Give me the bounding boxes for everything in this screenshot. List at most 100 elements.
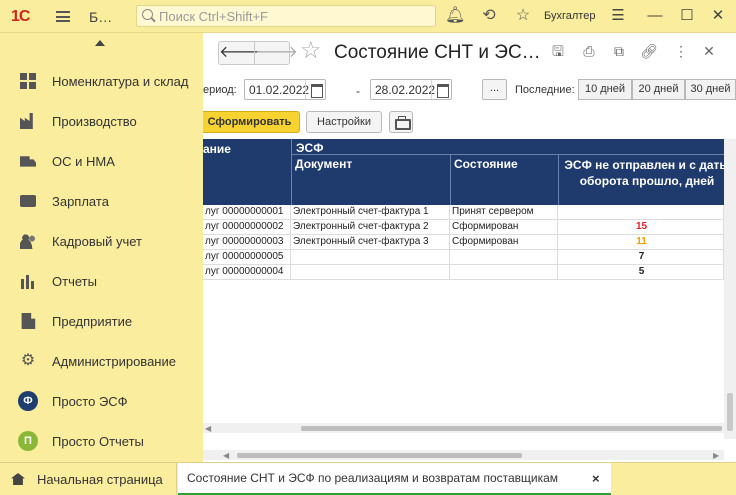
- sidebar-item-label: Производство: [52, 114, 137, 129]
- sidebar-item-label: ОС и НМА: [52, 154, 115, 169]
- header-overdue-days: ЭСФ не отправлен и с даты оборота прошло…: [558, 155, 736, 205]
- search-input[interactable]: Поиск Ctrl+Shift+F: [136, 5, 436, 27]
- sidebar-item-prosto-esf[interactable]: Ф Просто ЭСФ: [0, 381, 203, 421]
- save-icon[interactable]: 🖫: [549, 42, 567, 60]
- sections-sidebar: Номенклатура и склад Производство ОС и Н…: [0, 33, 203, 462]
- link-icon[interactable]: 🔗︎: [640, 42, 658, 60]
- sidebar-item-production[interactable]: Производство: [0, 101, 203, 141]
- sidebar-item-label: Просто Отчеты: [52, 434, 144, 449]
- cell-days: 15: [558, 220, 724, 235]
- factory-icon: [20, 113, 33, 129]
- table-row[interactable]: луг 00000000005 7: [203, 250, 736, 265]
- minimize-icon[interactable]: —: [645, 6, 665, 26]
- sidebar-item-label: Отчеты: [52, 274, 97, 289]
- wallet-icon: [20, 195, 36, 207]
- app-logo: 1С: [11, 8, 30, 25]
- grid-icon: [20, 73, 36, 89]
- cell-name: луг 00000000002: [203, 220, 291, 235]
- calendar-icon[interactable]: [431, 80, 451, 99]
- cell-state: [450, 250, 558, 265]
- more-icon[interactable]: ⋮: [672, 42, 690, 60]
- tab-home-page[interactable]: Начальная страница: [0, 463, 177, 495]
- sidebar-item-label: Администрирование: [52, 354, 176, 369]
- settings-button[interactable]: Настройки: [306, 111, 382, 133]
- vertical-scroll-thumb[interactable]: [727, 393, 733, 431]
- report-scroll-thumb[interactable]: [301, 426, 722, 431]
- scroll-left-icon[interactable]: ◀: [223, 451, 229, 460]
- cell-document[interactable]: Электронный счет-фактура 1: [291, 205, 450, 220]
- vertical-scrollbar[interactable]: [724, 139, 736, 439]
- history-icon[interactable]: ⟲: [479, 6, 499, 26]
- table-row[interactable]: луг 00000000004 5: [203, 265, 736, 280]
- user-name[interactable]: Бухгалтер: [544, 10, 595, 22]
- date-from-field[interactable]: 01.02.2022: [244, 79, 326, 100]
- report-horizontal-scrollbar[interactable]: ◀: [203, 423, 724, 433]
- cell-document[interactable]: [291, 250, 450, 265]
- bar-chart-icon: [20, 273, 36, 289]
- last-10-days-button[interactable]: 10 дней: [578, 79, 632, 100]
- tab-current-label: Состояние СНТ и ЭСФ по реализациям и воз…: [187, 471, 559, 485]
- sidebar-item-administration[interactable]: ⚙ Администрирование: [0, 341, 203, 381]
- select-period-button[interactable]: ...: [482, 79, 507, 100]
- last-20-days-button[interactable]: 20 дней: [632, 79, 685, 100]
- reports-logo-icon: П: [18, 431, 38, 451]
- sidebar-item-fixed-assets[interactable]: ОС и НМА: [0, 141, 203, 181]
- cell-document[interactable]: Электронный счет-фактура 2: [291, 220, 450, 235]
- search-icon: [142, 9, 153, 20]
- sidebar-item-reports[interactable]: Отчеты: [0, 261, 203, 301]
- calendar-icon[interactable]: [305, 80, 325, 99]
- form-scroll-thumb[interactable]: [237, 453, 522, 458]
- cell-days: [558, 205, 724, 220]
- table-row[interactable]: луг 00000000001 Электронный счет-фактура…: [203, 205, 736, 220]
- main-menu-icon[interactable]: [56, 11, 70, 22]
- cell-name: луг 00000000001: [203, 205, 291, 220]
- sidebar-item-salary[interactable]: Зарплата: [0, 181, 203, 221]
- date-to-value: 28.02.2022: [375, 83, 436, 97]
- forward-arrow-icon[interactable]: 🡒: [254, 42, 298, 64]
- cell-days: 5: [558, 265, 724, 280]
- header-esf-group: ЭСФ: [291, 139, 736, 155]
- tab-home-label: Начальная страница: [37, 472, 163, 487]
- table-row[interactable]: луг 00000000002 Электронный счет-фактура…: [203, 220, 736, 235]
- sidebar-item-hr[interactable]: Кадровый учет: [0, 221, 203, 261]
- sidebar-item-label: Предприятие: [52, 314, 133, 329]
- scroll-right-icon[interactable]: ▶: [713, 451, 719, 460]
- date-from-value: 01.02.2022: [249, 83, 310, 97]
- maximize-icon[interactable]: ☐: [677, 6, 697, 26]
- header-state: Состояние: [450, 155, 558, 205]
- sidebar-item-enterprise[interactable]: Предприятие: [0, 301, 203, 341]
- sidebar-item-prosto-reports[interactable]: П Просто Отчеты: [0, 421, 203, 461]
- cell-state: Сформирован: [450, 235, 558, 250]
- close-tab-icon[interactable]: ×: [592, 471, 600, 486]
- building-icon: [21, 313, 36, 329]
- cell-state: Сформирован: [450, 220, 558, 235]
- print-button[interactable]: [389, 111, 413, 133]
- close-window-icon[interactable]: ✕: [708, 6, 728, 26]
- cell-document[interactable]: [291, 265, 450, 280]
- last-period-label: Последние:: [515, 84, 575, 96]
- open-windows-bar: Начальная страница Состояние СНТ и ЭСФ п…: [0, 462, 736, 495]
- last-30-days-button[interactable]: 30 дней: [685, 79, 736, 100]
- home-icon: [11, 473, 25, 485]
- print-icon[interactable]: ⎙: [580, 42, 598, 60]
- tab-current-report[interactable]: Состояние СНТ и ЭСФ по реализациям и воз…: [178, 463, 611, 495]
- settings-menu-icon[interactable]: ☰: [608, 6, 628, 26]
- sidebar-item-label: Номенклатура и склад: [52, 74, 189, 89]
- report-form: 🡐 🡒 ☆ Состояние СНТ и ЭС… 🖫 ⎙ ⧉ 🔗︎ ⋮ ✕ е…: [203, 33, 736, 462]
- scroll-left-icon[interactable]: ◀: [205, 424, 211, 433]
- preview-icon[interactable]: ⧉: [610, 42, 628, 60]
- back-arrow-icon[interactable]: 🡐: [219, 42, 262, 64]
- cell-document[interactable]: Электронный счет-фактура 3: [291, 235, 450, 250]
- sidebar-item-nomenclature[interactable]: Номенклатура и склад: [0, 61, 203, 101]
- favorites-star-icon[interactable]: ☆: [513, 6, 533, 26]
- close-form-icon[interactable]: ✕: [700, 42, 718, 60]
- bell-icon[interactable]: 🔔︎: [445, 6, 465, 26]
- table-row[interactable]: луг 00000000003 Электронный счет-фактура…: [203, 235, 736, 250]
- favorite-star-icon[interactable]: ☆: [300, 38, 322, 64]
- cell-name: луг 00000000004: [203, 265, 291, 280]
- scroll-up-icon[interactable]: [95, 40, 105, 46]
- generate-button[interactable]: Сформировать: [203, 111, 300, 133]
- date-to-field[interactable]: 28.02.2022: [370, 79, 452, 100]
- form-horizontal-scrollbar[interactable]: ◀ ▶: [203, 450, 724, 460]
- navigation-buttons: 🡐 🡒: [218, 41, 298, 65]
